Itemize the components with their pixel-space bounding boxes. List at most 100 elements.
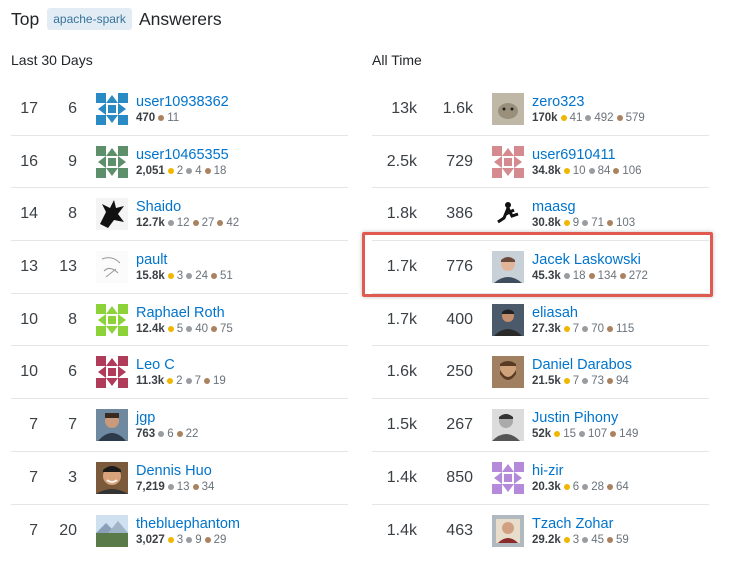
bronze-badge-count: 94: [606, 374, 629, 388]
gold-badge-icon: [563, 483, 570, 490]
score-value: 13k: [391, 99, 417, 117]
badge-count-value: 11: [167, 111, 180, 124]
badge-count-value: 7: [194, 375, 201, 388]
badge-count-value: 94: [615, 375, 629, 388]
badge-count-value: 7: [572, 375, 580, 388]
user-name-link[interactable]: user10938362: [136, 93, 229, 111]
badge-count-value: 10: [572, 164, 586, 177]
answer-count: 3: [68, 468, 77, 486]
badge-count-value: 106: [622, 164, 642, 177]
gold-badge-icon: [167, 378, 174, 385]
answer-count: 9: [68, 152, 77, 170]
user-avatar[interactable]: [96, 356, 128, 389]
user-info: jgp 763 6 22: [136, 409, 201, 441]
user-name-link[interactable]: Leo C: [136, 356, 229, 374]
gold-badge-icon: [563, 378, 570, 385]
answer-count: 20: [59, 521, 77, 539]
user-name-link[interactable]: hi-zir: [532, 462, 632, 480]
silver-badge-icon: [186, 167, 193, 174]
user-avatar[interactable]: [96, 408, 128, 441]
user-name-link[interactable]: Shaido: [136, 198, 242, 216]
heading-suffix: Answerers: [138, 8, 222, 29]
badge-count-value: 12: [176, 217, 190, 230]
user-name-link[interactable]: maasg: [532, 198, 638, 216]
user-name-link[interactable]: Daniel Darabos: [532, 356, 632, 374]
bronze-badge-icon: [210, 325, 217, 332]
user-avatar[interactable]: [96, 92, 128, 125]
user-avatar[interactable]: [96, 145, 128, 178]
user-name-link[interactable]: zero323: [532, 93, 648, 111]
user-avatar[interactable]: [492, 461, 524, 494]
reputation-value: 12.7k: [136, 217, 165, 230]
answerer-row: 13k 1.6k zero323 170k 41 492 579: [372, 83, 709, 136]
score-value: 10: [20, 363, 38, 381]
user-avatar[interactable]: [96, 514, 128, 547]
badge-count-value: 3: [176, 269, 184, 282]
score-value: 1.6k: [386, 363, 417, 381]
user-avatar[interactable]: [492, 514, 524, 547]
bronze-badge-icon: [176, 430, 183, 437]
user-avatar[interactable]: [96, 250, 128, 283]
user-name-link[interactable]: Jacek Laskowski: [532, 251, 651, 269]
user-name-link[interactable]: user10465355: [136, 146, 229, 164]
user-name-link[interactable]: user6910411: [532, 146, 645, 164]
gold-badge-count: 15: [554, 427, 576, 441]
badge-count-value: 27: [201, 217, 215, 230]
reputation-value: 20.3k: [532, 480, 561, 493]
badge-count-value: 22: [185, 427, 199, 440]
badge-count-value: 6: [572, 480, 580, 493]
gold-badge-count: 3: [167, 269, 184, 283]
silver-badge-count: 18: [563, 269, 586, 283]
gold-badge-icon: [167, 536, 174, 543]
reputation-value: 27.3k: [532, 322, 561, 335]
user-name-link[interactable]: eliasah: [532, 304, 637, 322]
bronze-badge-count: 103: [606, 216, 635, 230]
tag-apache-spark[interactable]: apache-spark: [47, 8, 132, 30]
user-avatar[interactable]: [492, 145, 524, 178]
user-info: hi-zir 20.3k 6 28 64: [532, 462, 632, 494]
user-name-link[interactable]: Tzach Zohar: [532, 515, 632, 533]
silver-badge-icon: [582, 483, 589, 490]
gold-badge-icon: [563, 167, 570, 174]
answerer-row: 2.5k 729 user6910411 34.8k 10 84 106: [372, 136, 709, 189]
all-time-column: All Time 13k 1.6k zero323 170k 41 492 579 2.5k 7…: [372, 47, 709, 557]
badge-count-value: 9: [195, 533, 202, 546]
reputation-value: 2,051: [136, 164, 165, 177]
user-avatar[interactable]: [492, 356, 524, 389]
user-name-link[interactable]: jgp: [136, 409, 201, 427]
badge-count-value: 73: [591, 375, 604, 388]
badge-count-value: 64: [615, 480, 629, 493]
user-avatar[interactable]: [96, 198, 128, 231]
reputation-value: 7,219: [136, 480, 165, 493]
user-avatar[interactable]: [96, 303, 128, 336]
user-name-link[interactable]: Justin Pihony: [532, 409, 641, 427]
user-avatar[interactable]: [492, 303, 524, 336]
badge-count-value: 71: [591, 217, 604, 230]
user-avatar[interactable]: [96, 461, 128, 494]
answer-count: 250: [446, 363, 473, 381]
user-info: user10465355 2,051 2 4 18: [136, 146, 229, 178]
silver-badge-count: 28: [582, 480, 604, 494]
badge-count-value: 70: [591, 322, 604, 335]
gold-badge-icon: [563, 325, 570, 332]
silver-badge-icon: [585, 114, 592, 121]
bronze-badge-count: 51: [210, 269, 233, 283]
user-stats: 12.4k 5 40 75: [136, 322, 236, 336]
answerer-row: 1.6k 250 Daniel Darabos 21.5k 7 73 94: [372, 346, 709, 400]
user-avatar[interactable]: [492, 250, 524, 283]
user-avatar[interactable]: [492, 408, 524, 441]
user-name-link[interactable]: pault: [136, 251, 236, 269]
badge-count-value: 15: [563, 427, 576, 440]
user-name-link[interactable]: thebluephantom: [136, 515, 240, 533]
answerer-row: 1.7k 776 Jacek Laskowski 45.3k 18 134 272: [372, 241, 709, 294]
silver-badge-icon: [167, 220, 174, 227]
badge-count-value: 84: [597, 164, 611, 177]
user-avatar[interactable]: [492, 92, 524, 125]
answerer-row: 7 20 thebluephantom 3,027 3 9 29: [11, 505, 348, 558]
user-name-link[interactable]: Raphael Roth: [136, 304, 236, 322]
user-info: user10938362 470 11: [136, 93, 229, 125]
reputation-value: 21.5k: [532, 375, 561, 388]
user-name-link[interactable]: Dennis Huo: [136, 462, 217, 480]
user-avatar[interactable]: [492, 198, 524, 231]
last-30-days-column: Last 30 Days 17 6 user10938362 470 11 16 9 user…: [11, 47, 348, 557]
